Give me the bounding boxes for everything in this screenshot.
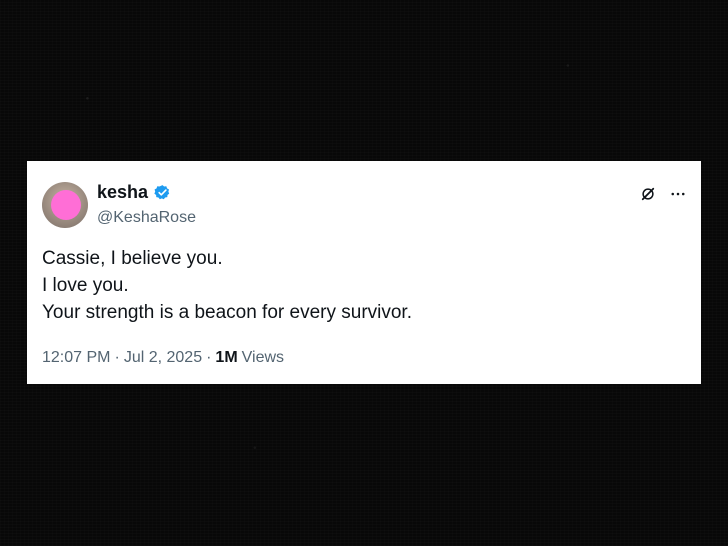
tweet-body: Cassie, I believe you. I love you. Your … xyxy=(42,245,681,326)
tweet-time[interactable]: 12:07 PM xyxy=(42,349,110,367)
handle[interactable]: @KeshaRose xyxy=(97,209,196,227)
more-icon[interactable] xyxy=(669,185,687,203)
name-row: kesha xyxy=(97,183,171,201)
tweet-line: I love you. xyxy=(42,275,129,296)
tweet-meta: 12:07 PM · Jul 2, 2025 · 1M Views xyxy=(42,349,284,367)
meta-separator: · xyxy=(114,349,120,366)
tweet-line: Cassie, I believe you. xyxy=(42,248,223,269)
tweet-line: Your strength is a beacon for every surv… xyxy=(42,302,412,323)
avatar[interactable] xyxy=(42,182,88,228)
tweet-card: kesha @KeshaRose Cassie, I believe you. … xyxy=(27,161,701,384)
avatar-blur xyxy=(51,190,81,220)
views-label: Views xyxy=(241,349,285,366)
grok-icon[interactable] xyxy=(639,185,657,203)
tweet-date[interactable]: Jul 2, 2025 xyxy=(124,349,202,367)
meta-separator: · xyxy=(206,349,212,366)
views-count[interactable]: 1M xyxy=(215,349,237,367)
verified-badge-icon xyxy=(154,184,170,199)
display-name[interactable]: kesha xyxy=(97,183,148,201)
